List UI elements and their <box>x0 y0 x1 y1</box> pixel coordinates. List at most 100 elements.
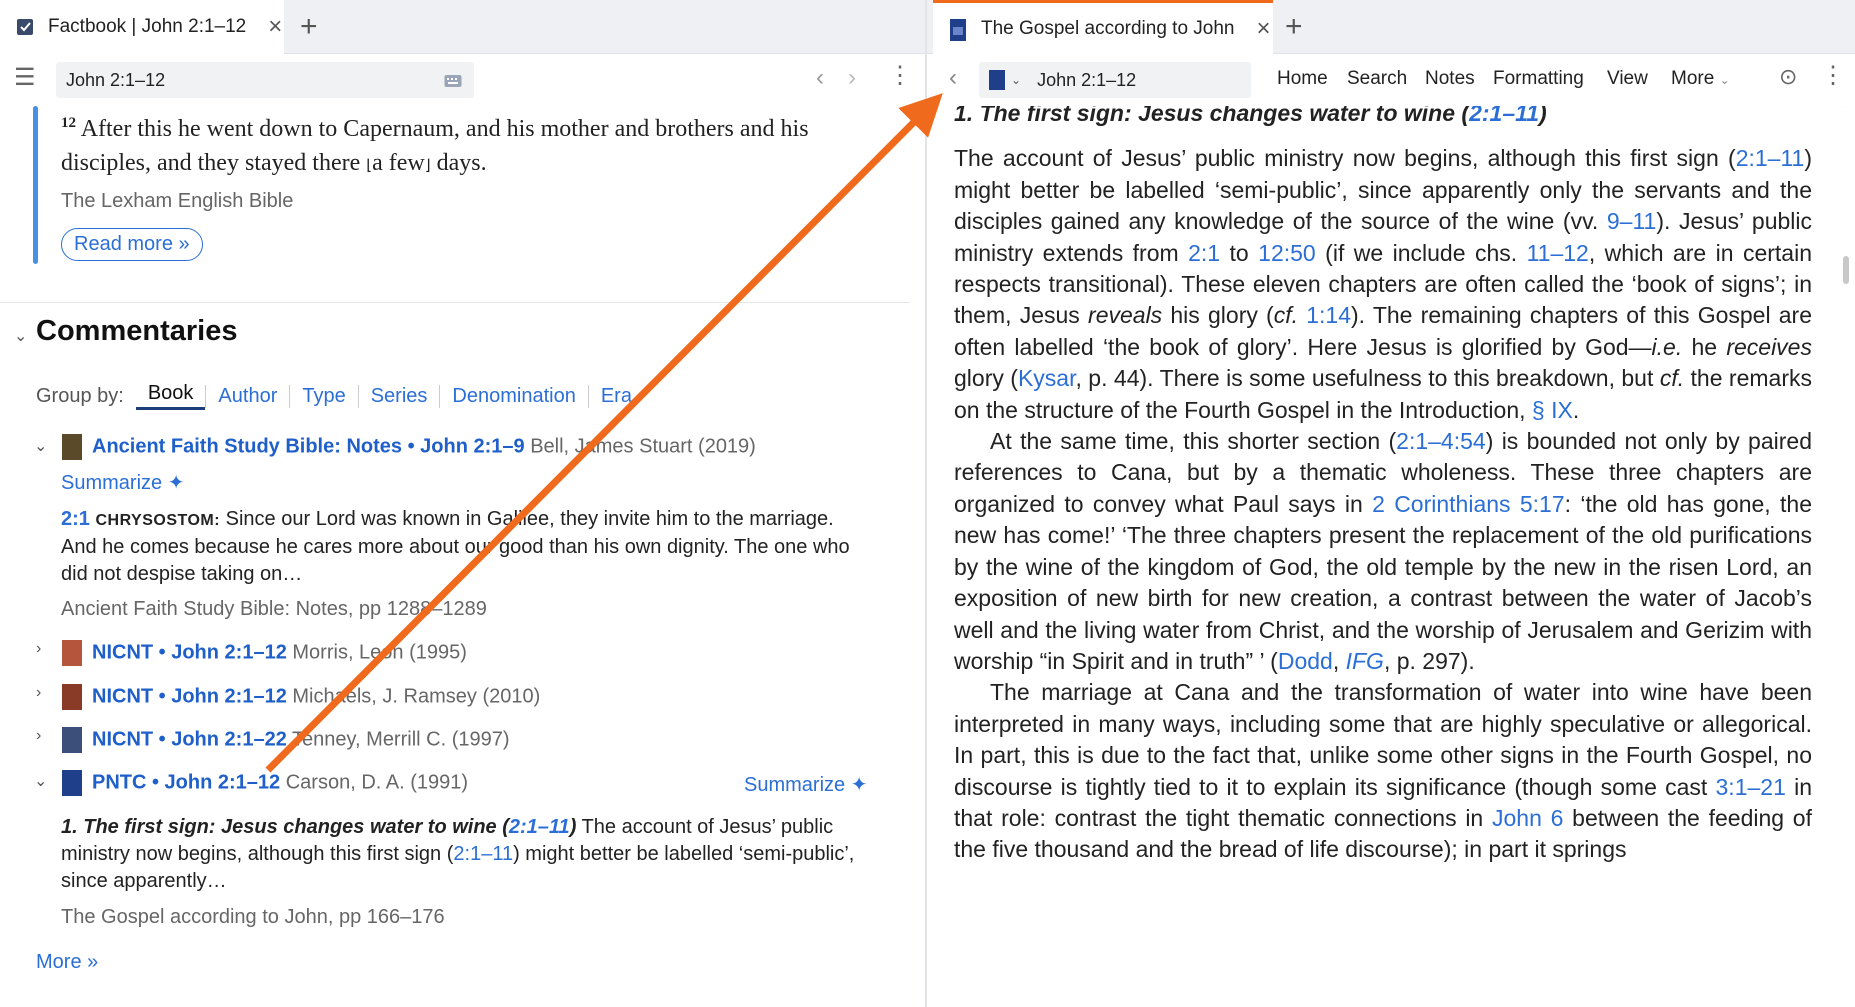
commentary-title[interactable]: NICNT • John 2:1–12 <box>92 641 287 663</box>
forward-icon[interactable]: › <box>848 66 856 90</box>
commentary-entry[interactable]: NICNT • John 2:1–12 Morris, Leon (1995) <box>62 640 925 666</box>
close-tab-icon[interactable]: × <box>268 15 282 39</box>
resource-icon[interactable] <box>989 70 1005 90</box>
reference-input[interactable]: John 2:1–12 <box>66 70 165 91</box>
group-by-book[interactable]: Book <box>135 382 206 410</box>
paragraph-2: At the same time, this shorter section (… <box>954 426 1812 677</box>
heading-ref-link[interactable]: 2:1–11 <box>1469 106 1539 126</box>
commentary-meta: Morris, Leon (1995) <box>292 641 467 664</box>
book-cover-icon <box>62 434 82 460</box>
expand-caret-icon[interactable]: ⌄ <box>34 771 47 791</box>
back-icon[interactable]: ‹ <box>949 66 957 90</box>
scripture-link[interactable]: 2:1–11 <box>1736 145 1805 171</box>
commentary-entry[interactable]: NICNT • John 2:1–12 Michaels, J. Ramsey … <box>62 684 925 710</box>
commentary-title[interactable]: NICNT • John 2:1–12 <box>92 685 287 707</box>
commentary-meta: Michaels, J. Ramsey (2010) <box>292 685 541 708</box>
back-icon[interactable]: ‹ <box>816 66 824 90</box>
pntc-snippet: 1. The first sign: Jesus changes water t… <box>61 814 881 895</box>
menu-notes[interactable]: Notes <box>1425 68 1475 90</box>
italic-text: cf. <box>1659 365 1685 392</box>
book-cover-icon <box>62 770 82 796</box>
commentary-entry[interactable]: NICNT • John 2:1–22 Tenney, Merrill C. (… <box>62 727 925 753</box>
group-by-author[interactable]: Author <box>205 384 289 408</box>
hamburger-menu-icon[interactable]: ☰ <box>14 66 36 90</box>
menu-view[interactable]: View <box>1607 68 1648 90</box>
paragraph-3: The marriage at Cana and the transformat… <box>954 677 1812 865</box>
scripture-link[interactable]: 2 Corinthians 5:17 <box>1372 491 1565 517</box>
text: his glory ( <box>1162 302 1274 329</box>
section-link[interactable]: § IX <box>1532 397 1573 423</box>
scripture-link[interactable]: 2:1–4:54 <box>1396 428 1486 454</box>
scripture-link[interactable]: 11–12 <box>1527 240 1589 266</box>
scroll-up-icon[interactable]: ⌃ <box>1839 106 1851 117</box>
chevron-down-icon[interactable]: ⌄ <box>1011 73 1021 87</box>
commentary-title[interactable]: Ancient Faith Study Bible: Notes • John … <box>92 435 525 457</box>
tab-factbook[interactable]: Factbook | John 2:1–12 × <box>0 0 284 54</box>
reference-link[interactable]: Dodd <box>1278 648 1333 674</box>
reference-box[interactable]: John 2:1–12 <box>56 62 474 98</box>
group-by-type[interactable]: Type <box>289 384 357 408</box>
scripture-link[interactable]: 9–11 <box>1607 208 1656 234</box>
reference-box[interactable]: ⌄ John 2:1–12 <box>979 62 1251 98</box>
divider <box>0 302 910 303</box>
reference-link[interactable]: IFG <box>1346 648 1384 674</box>
checkbox-doc-icon <box>16 17 36 37</box>
verse-end: days. <box>430 150 487 176</box>
snippet-heading-ref[interactable]: 2:1–11 <box>509 816 570 838</box>
snippet-ref-link[interactable]: 2:1–11 <box>453 843 513 865</box>
snippet-ref-link[interactable]: 2:1 <box>61 508 90 530</box>
keyboard-icon[interactable] <box>444 72 462 93</box>
snippet-author: CHRYSOSTOM: <box>95 512 221 529</box>
menu-search[interactable]: Search <box>1347 68 1407 90</box>
scripture-link[interactable]: 2:1 <box>1188 240 1220 266</box>
summarize-button[interactable]: Summarize ✦ <box>61 470 184 495</box>
expand-caret-icon[interactable]: › <box>36 684 41 702</box>
commentary-entry[interactable]: Ancient Faith Study Bible: Notes • John … <box>62 434 925 460</box>
text: . <box>1572 396 1580 423</box>
scripture-link[interactable]: John 6 <box>1492 805 1563 831</box>
scripture-link[interactable]: 3:1–21 <box>1716 774 1786 800</box>
collapse-caret-icon[interactable]: ⌄ <box>14 326 27 346</box>
menu-home[interactable]: Home <box>1277 68 1328 90</box>
circle-check-icon[interactable]: ⊙ <box>1779 66 1797 88</box>
tab-title: The Gospel according to John <box>981 17 1235 39</box>
scripture-link[interactable]: 12:50 <box>1258 240 1316 266</box>
right-tab-bar: The Gospel according to John × + <box>927 0 1855 54</box>
snippet-source: Ancient Faith Study Bible: Notes, pp 128… <box>61 598 487 620</box>
more-options-icon[interactable]: ⋮ <box>1821 64 1845 88</box>
scrollbar-thumb[interactable] <box>1843 256 1849 284</box>
left-tab-bar: Factbook | John 2:1–12 × + <box>0 0 925 54</box>
reference-input[interactable]: John 2:1–12 <box>1037 70 1136 91</box>
book-cover-icon <box>949 18 969 41</box>
group-by-era[interactable]: Era <box>587 384 644 408</box>
read-more-button[interactable]: Read more » <box>61 228 203 261</box>
commentary-title[interactable]: PNTC • John 2:1–12 <box>92 771 280 793</box>
text: : ‘the old has gone, the new has come!’ … <box>954 490 1812 674</box>
summarize-button[interactable]: Summarize ✦ <box>744 772 867 797</box>
more-link[interactable]: More » <box>36 951 98 974</box>
verse-number: 12 <box>61 115 76 131</box>
menu-more[interactable]: More ⌄ <box>1671 68 1730 90</box>
italic-text: cf. <box>1273 302 1299 329</box>
text: he <box>1682 333 1727 360</box>
afsb-snippet: 2:1 CHRYSOSTOM: Since our Lord was known… <box>61 506 861 588</box>
group-by-denomination[interactable]: Denomination <box>439 384 587 408</box>
menu-formatting[interactable]: Formatting <box>1493 68 1584 90</box>
new-tab-icon[interactable]: + <box>300 12 318 42</box>
new-tab-icon[interactable]: + <box>1285 12 1303 42</box>
expand-caret-icon[interactable]: ⌄ <box>34 436 47 456</box>
book-cover-icon <box>62 640 82 666</box>
reference-link[interactable]: Kysar <box>1018 365 1076 391</box>
more-options-icon[interactable]: ⋮ <box>888 64 912 88</box>
heading-text: 1. The first sign: Jesus changes water t… <box>954 106 1470 126</box>
expand-caret-icon[interactable]: › <box>36 727 41 745</box>
close-tab-icon[interactable]: × <box>1257 16 1271 41</box>
sparkle-icon: ✦ <box>167 472 185 494</box>
group-by-series[interactable]: Series <box>357 384 440 408</box>
tab-gospel-john[interactable]: The Gospel according to John × <box>933 0 1273 54</box>
commentary-title[interactable]: NICNT • John 2:1–22 <box>92 728 287 750</box>
right-content: 1. The first sign: Jesus changes water t… <box>927 106 1855 1007</box>
scripture-link[interactable]: 1:14 <box>1306 302 1351 328</box>
group-by-bar: Group by: Book Author Type Series Denomi… <box>36 382 644 410</box>
expand-caret-icon[interactable]: › <box>36 640 41 658</box>
